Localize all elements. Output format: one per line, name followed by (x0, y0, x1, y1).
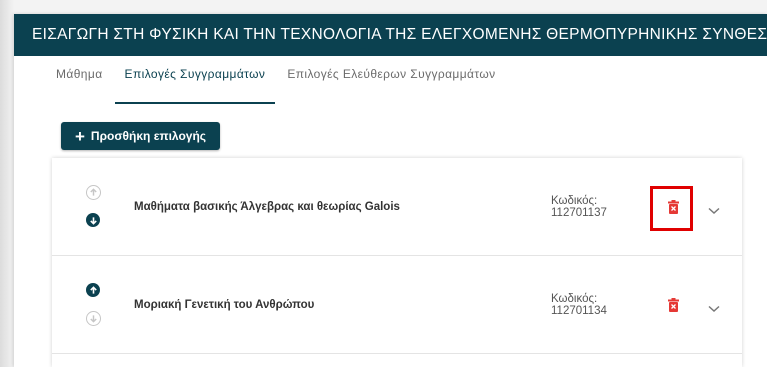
add-option-button[interactable]: + Προσθήκη επιλογής (61, 122, 220, 150)
trash-icon[interactable] (668, 200, 679, 219)
arrow-up-icon[interactable] (86, 283, 100, 297)
add-option-label: Προσθήκη επιλογής (90, 129, 207, 143)
main-panel: ΕΙΣΑΓΩΓΗ ΣΤΗ ΦΥΣΙΚΗ ΚΑΙ ΤΗΝ ΤΕΧΝΟΛΟΓΙΑ Τ… (14, 14, 767, 367)
course-title: ΕΙΣΑΓΩΓΗ ΣΤΗ ΦΥΣΙΚΗ ΚΑΙ ΤΗΝ ΤΕΧΝΟΛΟΓΙΑ Τ… (32, 26, 767, 43)
code-label: Κωδικός: (551, 195, 598, 207)
code-value: 112701137 (551, 207, 607, 219)
options-list: Μαθήματα βασικής Άλγεβρας και θεωρίας Ga… (52, 158, 742, 367)
arrow-up-icon[interactable] (86, 185, 101, 200)
trash-icon[interactable] (668, 298, 679, 317)
tab-bar: Μάθημα Επιλογές Συγγραμμάτων Επιλογές Ελ… (46, 64, 508, 104)
item-title: Μοριακή Γενετική του Ανθρώπου (134, 299, 315, 311)
item-code: Κωδικός: 112701134 (551, 293, 607, 317)
arrow-down-icon[interactable] (86, 311, 101, 326)
list-item: Μοριακή Γενετική του Ανθρώπου Κωδικός: 1… (52, 256, 742, 354)
chevron-down-icon[interactable] (708, 300, 720, 318)
chevron-down-icon[interactable] (708, 202, 720, 220)
plus-icon: + (74, 126, 85, 146)
code-label: Κωδικός: (551, 293, 598, 305)
tab-free-textbook-options[interactable]: Επιλογές Ελεύθερων Συγγραμμάτων (277, 64, 505, 104)
code-value: 112701134 (551, 305, 607, 317)
item-title: Μαθήματα βασικής Άλγεβρας και θεωρίας Ga… (134, 201, 400, 213)
item-code: Κωδικός: 112701137 (551, 195, 607, 219)
tab-textbook-options[interactable]: Επιλογές Συγγραμμάτων (114, 64, 276, 104)
tab-course[interactable]: Μάθημα (46, 64, 113, 104)
left-shadow (0, 0, 14, 367)
arrow-down-icon[interactable] (86, 213, 100, 227)
list-item (52, 354, 742, 367)
course-title-bar: ΕΙΣΑΓΩΓΗ ΣΤΗ ΦΥΣΙΚΗ ΚΑΙ ΤΗΝ ΤΕΧΝΟΛΟΓΙΑ Τ… (14, 14, 767, 56)
list-item: Μαθήματα βασικής Άλγεβρας και θεωρίας Ga… (52, 158, 742, 256)
